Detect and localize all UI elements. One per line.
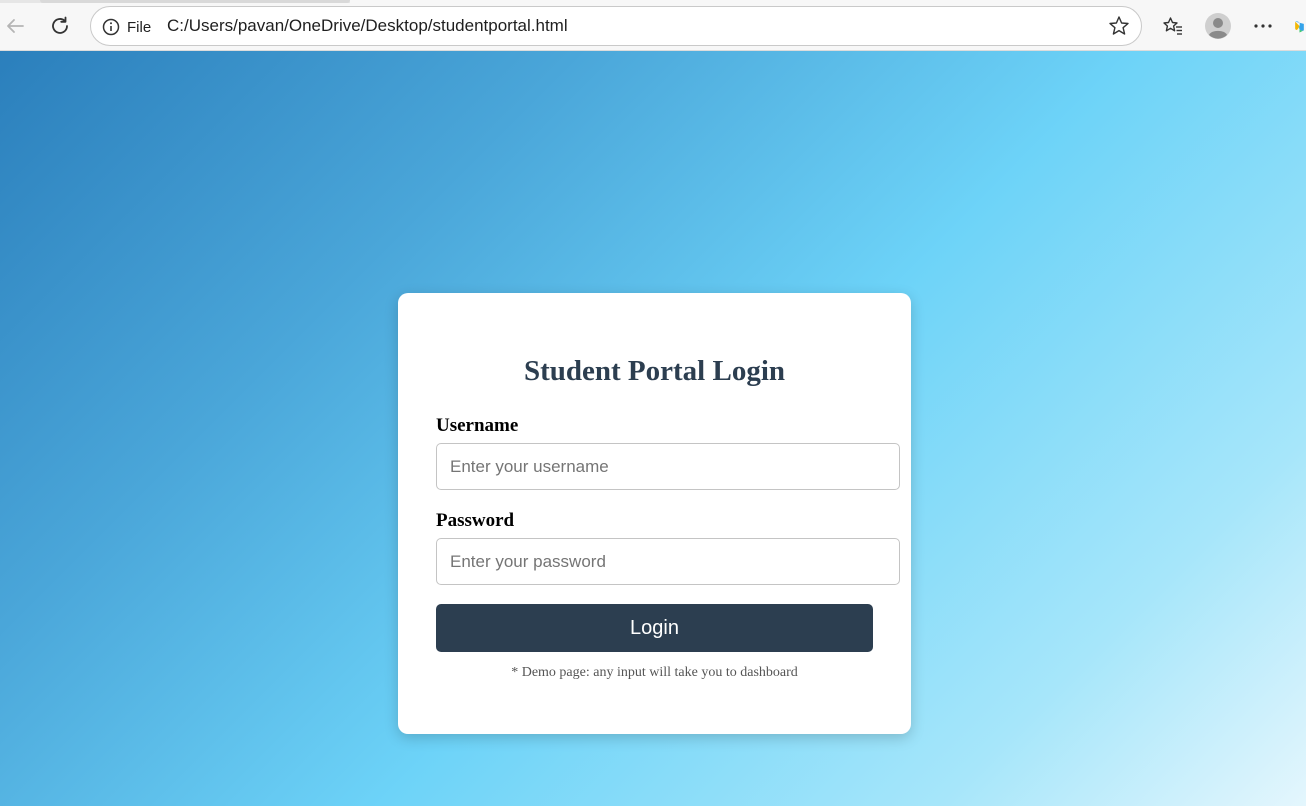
more-icon bbox=[1254, 24, 1272, 28]
login-button[interactable]: Login bbox=[436, 604, 873, 652]
active-tab-edge[interactable] bbox=[40, 0, 350, 3]
profile-button[interactable] bbox=[1202, 10, 1234, 42]
password-input[interactable] bbox=[436, 538, 900, 585]
login-title: Student Portal Login bbox=[523, 355, 786, 387]
username-label: Username bbox=[436, 415, 519, 436]
browser-toolbar: File C:/Users/pavan/OneDrive/Desktop/stu… bbox=[0, 0, 1306, 51]
info-icon bbox=[102, 18, 120, 36]
url-text[interactable]: C:/Users/pavan/OneDrive/Desktop/studentp… bbox=[167, 7, 568, 45]
back-arrow-icon bbox=[7, 19, 24, 33]
reload-icon bbox=[52, 16, 68, 34]
star-icon bbox=[1109, 16, 1129, 35]
back-button[interactable] bbox=[0, 8, 33, 44]
copilot-button[interactable] bbox=[1293, 10, 1306, 42]
username-input[interactable] bbox=[436, 443, 900, 490]
profile-avatar-icon bbox=[1205, 13, 1231, 39]
more-button[interactable] bbox=[1247, 10, 1279, 42]
demo-note: * Demo page: any input will take you to … bbox=[511, 665, 798, 680]
page-background: Student Portal Login Username Password L… bbox=[0, 51, 1306, 806]
reload-button[interactable] bbox=[42, 8, 78, 44]
address-bar[interactable]: File C:/Users/pavan/OneDrive/Desktop/stu… bbox=[90, 6, 1142, 46]
password-label: Password bbox=[436, 510, 515, 531]
add-favorite-button[interactable] bbox=[1107, 14, 1131, 38]
site-info-button[interactable]: File bbox=[101, 15, 151, 39]
login-card: Student Portal Login Username Password L… bbox=[398, 293, 911, 734]
site-info-label: File bbox=[127, 18, 152, 36]
copilot-icon bbox=[1295, 21, 1304, 33]
favorites-button[interactable] bbox=[1157, 10, 1189, 42]
favorites-icon bbox=[1163, 17, 1182, 35]
